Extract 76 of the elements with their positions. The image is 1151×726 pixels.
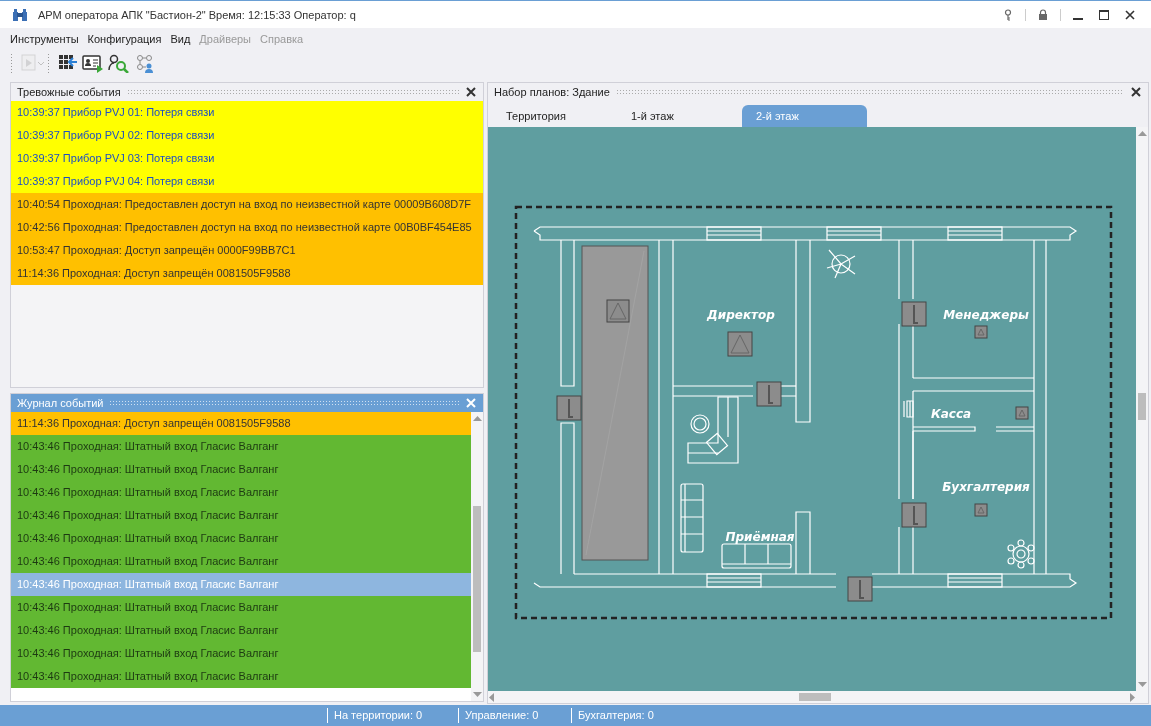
journal-event-row[interactable]: 10:43:46 Проходная: Штатный вход Гласис Валганг — [11, 527, 471, 550]
lock-icon — [1038, 8, 1048, 21]
journal-event-row[interactable]: 10:43:46 Проходная: Штатный вход Гласис Валганг — [11, 665, 471, 688]
journal-event-row[interactable]: 10:43:46 Проходная: Штатный вход Гласис Валганг — [11, 642, 471, 665]
room-label: Бухгалтерия — [942, 480, 1030, 494]
scroll-up-icon[interactable] — [1137, 130, 1147, 136]
menu-item[interactable]: Инструменты — [10, 33, 79, 45]
maximize-icon — [1099, 9, 1109, 20]
toolbar-grip[interactable] — [47, 53, 50, 73]
sensor-marker-icon[interactable] — [974, 503, 988, 517]
alarm-event-row[interactable]: 10:39:37 Прибор PVJ 04: Потеря связи — [11, 170, 483, 193]
journal-event-row[interactable]: 10:43:46 Проходная: Штатный вход Гласис Валганг — [11, 458, 471, 481]
journal-event-row[interactable]: 10:43:46 Проходная: Штатный вход Гласис Валганг — [11, 504, 471, 527]
id-card-icon — [82, 53, 104, 73]
door-marker-icon[interactable] — [556, 395, 582, 421]
panel-title: Набор планов: Здание — [494, 86, 610, 98]
scroll-right-icon[interactable] — [1128, 692, 1136, 702]
alarm-event-row[interactable]: 11:14:36 Проходная: Доступ запрещён 0081505F9588 — [11, 262, 483, 285]
panel-title: Журнал событий — [17, 397, 104, 409]
journal-event-row[interactable]: 10:43:46 Проходная: Штатный вход Гласис Валганг — [11, 435, 471, 458]
scroll-down-icon[interactable] — [472, 692, 482, 698]
menu-item[interactable]: Вид — [170, 33, 191, 45]
alarm-event-row[interactable]: 10:53:47 Проходная: Доступ запрещён 0000F99BB7C1 — [11, 239, 483, 262]
room-label: Менеджеры — [943, 308, 1029, 322]
status-text: Управление: 0 — [458, 708, 571, 723]
close-icon — [1130, 86, 1142, 98]
alarm-event-row[interactable]: 10:40:54 Проходная: Предоставлен доступ на вход по неизвестной карте 00009B608D7F — [11, 193, 483, 216]
play-icon — [21, 53, 45, 73]
network-people-icon — [134, 53, 156, 73]
room-label: Приёмная — [725, 530, 795, 544]
window-title: АРМ оператора АПК "Бастион-2" Время: 12:15:33 Оператор: q — [38, 8, 357, 21]
horizontal-scrollbar[interactable] — [488, 691, 1148, 703]
plan-tab[interactable]: 1-й этаж — [617, 105, 742, 127]
alarm-event-row[interactable]: 10:42:56 Проходная: Предоставлен доступ на вход по неизвестной карте 00B0BF454E85 — [11, 216, 483, 239]
journal-event-row[interactable]: 10:43:46 Проходная: Штатный вход Гласис Валганг — [11, 619, 471, 642]
toolbar-grip[interactable] — [10, 53, 13, 73]
close-icon — [465, 397, 477, 409]
close-button[interactable] — [465, 86, 477, 98]
corridor-zone-block[interactable] — [581, 245, 649, 561]
person-search-icon — [108, 53, 130, 73]
door-marker-icon[interactable] — [901, 301, 927, 327]
scroll-left-icon[interactable] — [488, 692, 496, 702]
key-icon — [1003, 8, 1013, 21]
panel-title: Тревожные события — [17, 86, 121, 98]
sensor-marker-icon[interactable] — [727, 331, 753, 357]
minimize-icon — [1073, 17, 1083, 20]
journal-event-row[interactable]: 10:43:46 Проходная: Штатный вход Гласис Валганг — [11, 596, 471, 619]
door-marker-icon[interactable] — [847, 576, 873, 602]
room-label: Касса — [930, 407, 972, 421]
room-label: Директор — [707, 308, 775, 322]
vertical-scrollbar[interactable] — [471, 412, 483, 701]
status-text: Бухгалтерия: 0 — [571, 708, 660, 723]
close-icon — [465, 86, 477, 98]
close-button[interactable] — [1130, 86, 1142, 98]
journal-event-row[interactable]: 10:43:46 Проходная: Штатный вход Гласис Валганг — [11, 481, 471, 504]
scroll-thumb[interactable] — [473, 506, 481, 652]
binoculars-icon — [12, 8, 28, 21]
alarm-event-row[interactable]: 10:39:37 Прибор PVJ 02: Потеря связи — [11, 124, 483, 147]
scroll-up-icon[interactable] — [472, 415, 482, 421]
door-marker-icon[interactable] — [756, 381, 782, 407]
scroll-thumb[interactable] — [799, 693, 831, 701]
alarm-event-row[interactable]: 10:39:37 Прибор PVJ 03: Потеря связи — [11, 147, 483, 170]
vertical-scrollbar[interactable] — [1136, 127, 1148, 691]
alarm-event-row[interactable]: 10:39:37 Прибор PVJ 01: Потеря связи — [11, 101, 483, 124]
plan-tab[interactable]: Территория — [492, 105, 617, 127]
sensor-marker-icon[interactable] — [606, 299, 630, 323]
door-marker-icon[interactable] — [901, 502, 927, 528]
journal-event-row[interactable]: 11:14:36 Проходная: Доступ запрещён 0081505F9588 — [11, 412, 471, 435]
sensor-marker-icon[interactable] — [974, 325, 988, 339]
scroll-down-icon[interactable] — [1137, 682, 1147, 688]
sensor-marker-icon[interactable] — [1015, 406, 1029, 420]
close-icon — [1125, 9, 1135, 20]
menu-item[interactable]: Конфигурация — [87, 33, 162, 45]
status-text: На территории: 0 — [327, 708, 458, 723]
scroll-thumb[interactable] — [1138, 392, 1146, 420]
journal-event-row[interactable]: 10:43:46 Проходная: Штатный вход Гласис Валганг — [11, 550, 471, 573]
